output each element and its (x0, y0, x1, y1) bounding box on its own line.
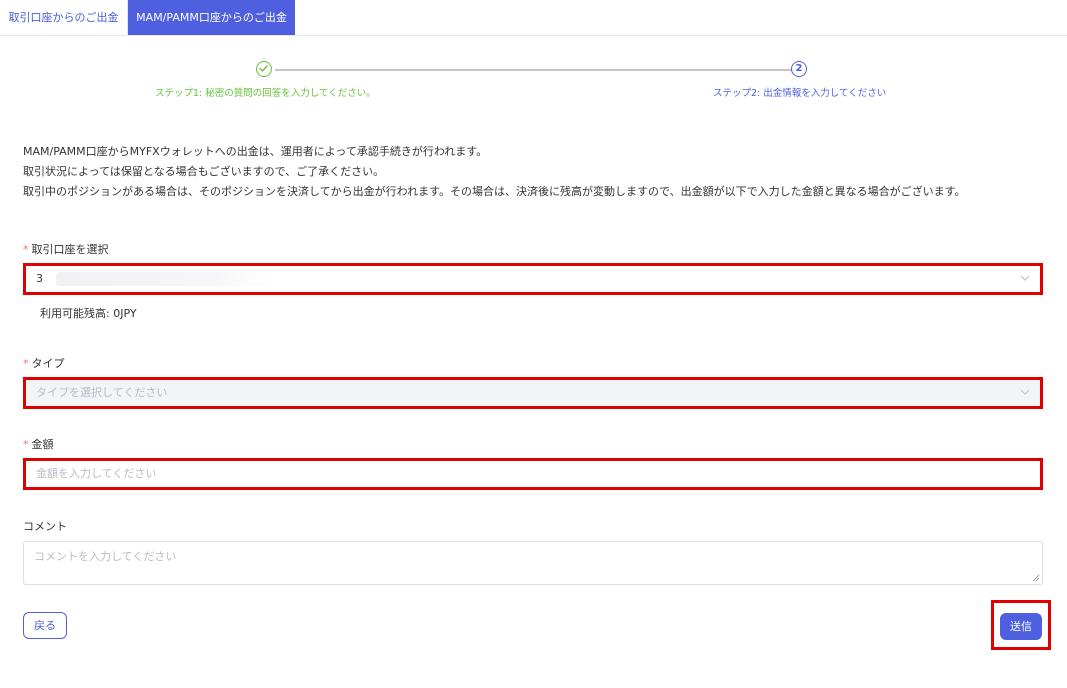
chevron-down-icon (1020, 275, 1030, 281)
comment-label: コメント (23, 520, 67, 533)
stepper: ステップ1: 秘密の質問の回答を入力してください。 2 ステップ2: 出金情報を… (0, 55, 1067, 105)
account-select[interactable]: 3 (23, 263, 1043, 295)
submit-button[interactable]: 送信 (1000, 613, 1042, 640)
account-select-value: 3 (36, 272, 43, 285)
tab-mam-pamm-withdrawal[interactable]: MAM/PAMM口座からのご出金 (128, 0, 295, 35)
submit-highlight: 送信 (991, 600, 1051, 650)
step-2-label: ステップ2: 出金情報を入力してください (713, 88, 887, 99)
comment-placeholder: コメントを入力してください (34, 550, 177, 563)
redacted-account-info (56, 272, 276, 286)
chevron-down-icon (1020, 389, 1030, 395)
back-button[interactable]: 戻る (23, 612, 67, 639)
check-icon (259, 65, 268, 72)
notice-line: 取引状況によっては保留となる場合もございますので、ご了承ください。 (23, 165, 385, 178)
required-mark: * (23, 438, 29, 451)
step-1-label: ステップ1: 秘密の質問の回答を入力してください。 (155, 88, 376, 99)
comment-textarea[interactable]: コメントを入力してください (23, 541, 1043, 585)
step-2-circle: 2 (791, 61, 807, 77)
amount-label: * 金額 (23, 438, 54, 451)
resize-grip-icon[interactable] (1032, 574, 1040, 582)
step-1-circle (256, 61, 272, 77)
account-label: * 取引口座を選択 (23, 243, 109, 256)
amount-input[interactable]: 金額を入力してください (23, 458, 1043, 490)
amount-input-placeholder: 金額を入力してください (36, 467, 157, 480)
stepper-line (275, 69, 791, 71)
tab-trading-account-withdrawal[interactable]: 取引口座からのご出金 (0, 0, 128, 35)
available-balance: 利用可能残高: 0JPY (40, 307, 137, 320)
required-mark: * (23, 243, 29, 256)
type-label: * タイプ (23, 357, 65, 370)
type-select[interactable]: タイプを選択してください (23, 377, 1043, 409)
notice-line: 取引中のポジションがある場合は、そのポジションを決済してから出金が行われます。そ… (23, 185, 966, 198)
required-mark: * (23, 357, 29, 370)
type-select-placeholder: タイプを選択してください (36, 386, 168, 399)
withdrawal-notice: MAM/PAMM口座からMYFXウォレットへの出金は、運用者によって承認手続きが… (23, 142, 965, 202)
tab-bar: 取引口座からのご出金 MAM/PAMM口座からのご出金 (0, 0, 1067, 36)
notice-line: MAM/PAMM口座からMYFXウォレットへの出金は、運用者によって承認手続きが… (23, 145, 488, 158)
